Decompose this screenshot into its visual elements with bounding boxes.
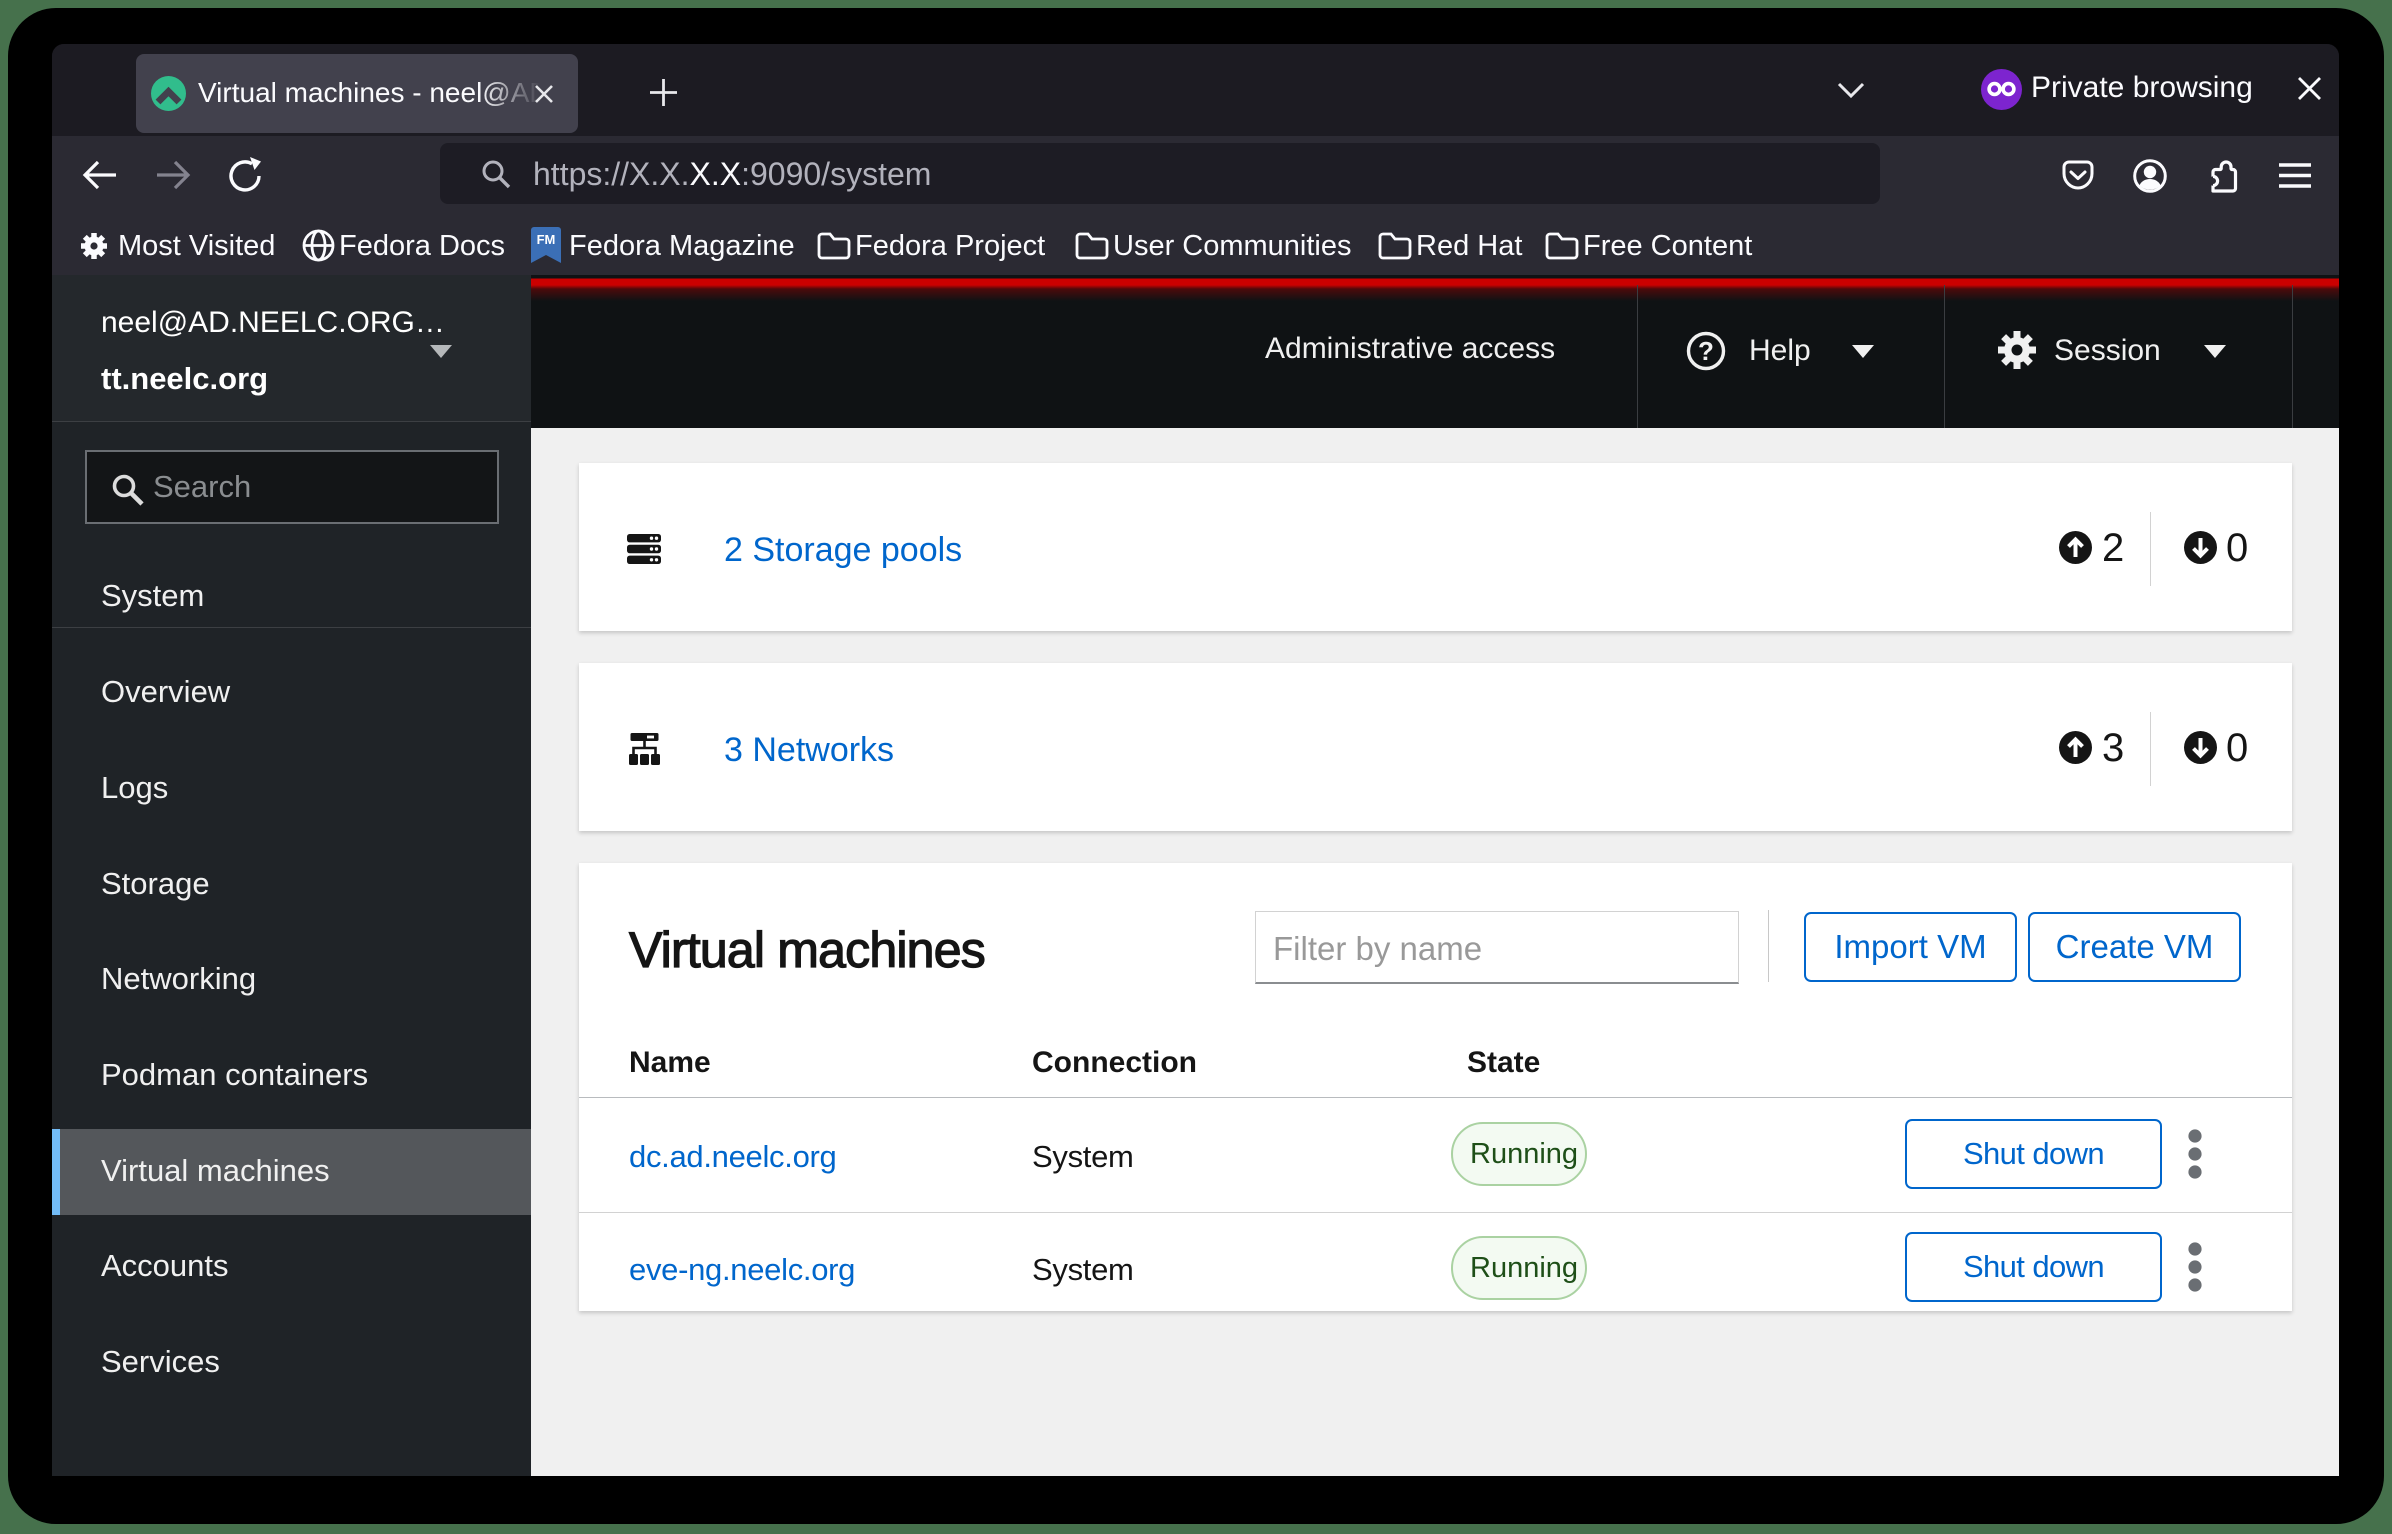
svg-text:FM: FM	[537, 232, 556, 247]
svg-text:?: ?	[1698, 336, 1714, 366]
